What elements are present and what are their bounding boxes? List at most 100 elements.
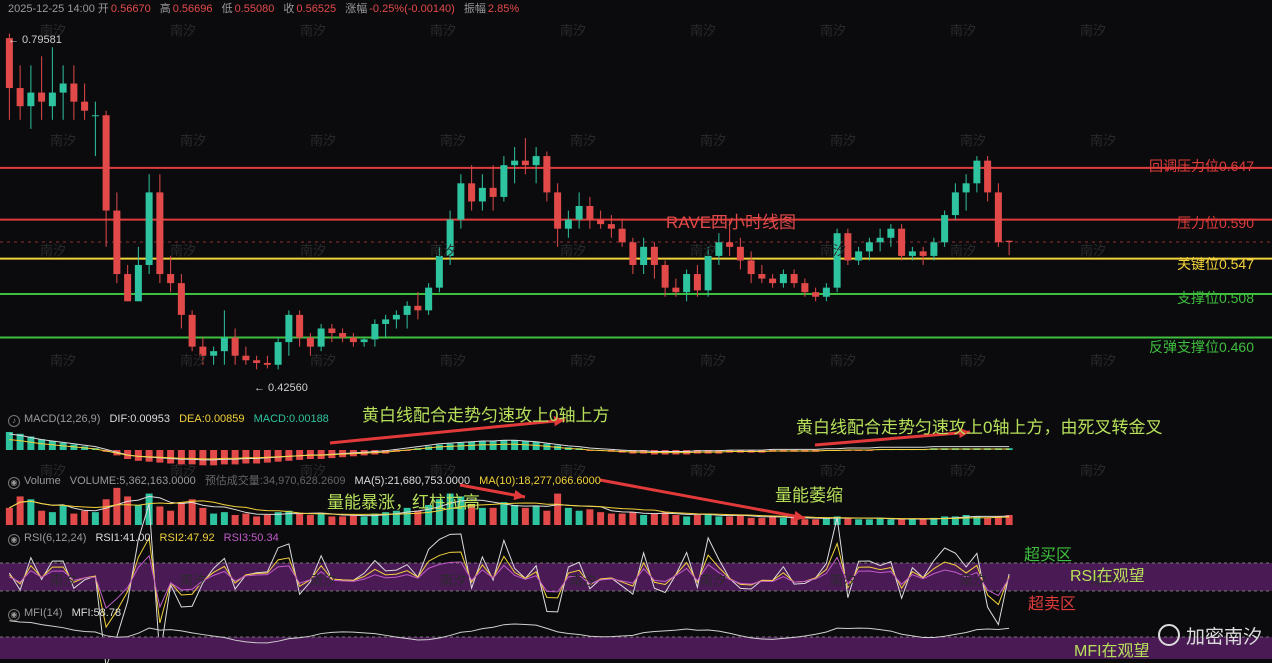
candle-body: [521, 160, 529, 166]
candle-body: [779, 274, 787, 284]
volume-bar: [5, 507, 13, 525]
overbought-label: 超买区: [1024, 547, 1073, 564]
candle-body: [876, 237, 884, 243]
level-label-0: 回调压力位0.647: [1148, 158, 1254, 174]
low-value: 0.55080: [234, 3, 275, 15]
candle-body: [220, 337, 228, 352]
eye-icon[interactable]: ◉: [8, 477, 20, 489]
bell-icon[interactable]: ♪: [8, 415, 20, 427]
candle-body: [747, 260, 755, 275]
volume-value: VOLUME:5,362,163.0000: [69, 475, 196, 487]
candle-body: [640, 246, 648, 265]
level-label-3: 支撑位0.508: [1176, 290, 1254, 306]
candle-body: [812, 292, 820, 297]
candle-body: [715, 242, 723, 256]
high-label: 高: [159, 3, 171, 15]
candle-body: [446, 219, 454, 256]
volume-bar: [102, 499, 110, 525]
volume-bar: [70, 513, 78, 525]
volume-bar: [898, 519, 906, 525]
candle-body: [339, 333, 347, 338]
brand-logo-icon: [1157, 624, 1180, 646]
candle-body: [231, 337, 239, 356]
candle-body: [855, 251, 863, 261]
ohlc-header: 2025-12-25 14:00 开 0.56670 高 0.56696 低 0.55…: [8, 0, 525, 16]
volume-ma10: MA(10):18,277,066.6000: [479, 475, 601, 487]
low-label: 低: [221, 3, 233, 15]
volume-note-2: 量能萎缩: [775, 486, 843, 505]
candle-body: [951, 192, 959, 216]
candle-body: [167, 274, 175, 284]
macd-bar: [274, 450, 282, 462]
candle-body: [296, 314, 304, 338]
volume-bar: [210, 513, 218, 525]
candle-body: [1005, 240, 1013, 243]
level-label-2: 关键位0.547: [1176, 256, 1254, 272]
volume-bar: [554, 493, 562, 525]
volume-bar: [285, 510, 293, 525]
volume-bar: [758, 517, 766, 525]
high-value: 0.56696: [172, 3, 213, 15]
candle-body: [908, 251, 916, 256]
candle-body: [468, 183, 476, 202]
candle-body: [661, 264, 669, 288]
macd-bar: [167, 450, 175, 464]
volume-bar: [532, 506, 540, 525]
candle-body: [984, 160, 992, 193]
candle-body: [188, 314, 196, 347]
eye-icon[interactable]: ◉: [8, 534, 20, 546]
volume-bar: [629, 512, 637, 525]
macd-bar: [177, 450, 185, 465]
candle-body: [919, 251, 927, 256]
volume-bar: [726, 516, 734, 525]
candle-body: [865, 242, 873, 252]
candle-body: [564, 219, 572, 229]
volume-bar: [489, 507, 497, 525]
level-label-4: 反弹支撑位0.460: [1148, 339, 1254, 355]
macd-bar: [145, 450, 153, 462]
candle-body: [199, 346, 207, 356]
candle-body: [941, 215, 949, 243]
candle-body: [898, 228, 906, 256]
rsi-note: RSI在观望: [1070, 568, 1145, 585]
candle-body: [425, 287, 433, 311]
volume-bar: [48, 512, 56, 525]
candle-body: [693, 274, 701, 291]
rsi2-value: RSI2:47.92: [159, 532, 215, 544]
volume-bar: [349, 515, 357, 525]
macd-bar: [468, 441, 476, 450]
candle-body: [726, 242, 734, 247]
max-price-mark: ← 0.79581: [8, 34, 62, 46]
macd-bar: [27, 436, 35, 450]
candle-body: [27, 92, 35, 107]
candle-body: [586, 206, 594, 220]
candle-body: [973, 160, 981, 184]
macd-note-2: 黄白线配合走势匀速攻上0轴上方，由死叉转金叉: [796, 418, 1163, 437]
volume-bar: [339, 516, 347, 525]
volume-bar: [683, 516, 691, 525]
eye-icon[interactable]: ◉: [8, 609, 20, 621]
volume-title: Volume: [24, 475, 61, 487]
candle-body: [156, 192, 164, 275]
mfi-title: MFI(14): [24, 607, 63, 619]
macd-title: MACD(12,26,9): [24, 413, 101, 425]
rsi-title: RSI(6,12,24): [24, 532, 87, 544]
candle-body: [672, 287, 680, 293]
volume-bar: [360, 516, 368, 525]
candle-body: [48, 92, 56, 107]
candle-body: [392, 314, 400, 320]
level-label-1: 压力位0.590: [1176, 215, 1254, 231]
volume-bar: [855, 519, 863, 525]
volume-bar: [543, 510, 551, 525]
candle-body: [285, 314, 293, 343]
candle-body: [435, 255, 443, 288]
candle-body: [382, 319, 390, 324]
volume-bar: [650, 513, 658, 525]
macd-note-1: 黄白线配合走势匀速攻上0轴上方: [362, 406, 610, 425]
candle-body: [801, 283, 809, 293]
volume-bar: [801, 519, 809, 525]
volume-bar: [919, 519, 927, 525]
candle-body: [349, 337, 357, 343]
volume-bar: [586, 509, 594, 525]
mfi-value: MFI:58.78: [71, 607, 122, 619]
